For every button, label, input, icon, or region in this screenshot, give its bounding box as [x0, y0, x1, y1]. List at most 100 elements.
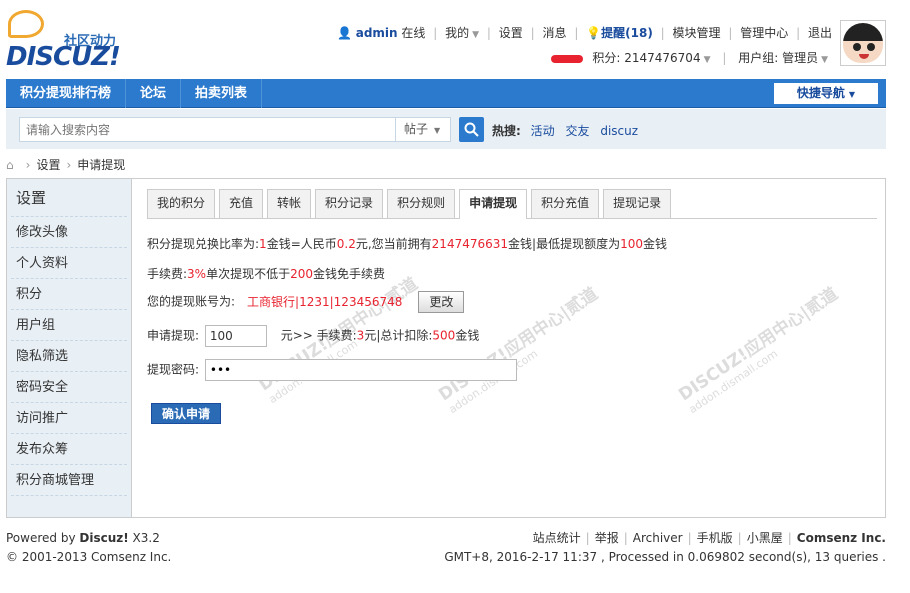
- powered-name-link[interactable]: Discuz!: [79, 531, 128, 545]
- logout-link[interactable]: 退出: [808, 26, 832, 40]
- quick-nav-label: 快捷导航: [796, 86, 845, 100]
- sidebar-item-usergroup[interactable]: 用户组: [11, 310, 127, 341]
- tab-points-charge[interactable]: 积分充值: [531, 189, 600, 218]
- content-area: 我的积分 充值 转帐 积分记录 积分规则 申请提现 积分充值 提现记录 积分提现…: [147, 189, 877, 424]
- divider: |: [687, 531, 692, 545]
- remind-link[interactable]: 提醒(18): [601, 26, 653, 40]
- divider: |: [728, 26, 733, 40]
- sidebar-item-promotion[interactable]: 访问推广: [11, 403, 127, 434]
- powered-version: X3.2: [128, 531, 160, 545]
- account-label: 您的提现账号为:: [147, 294, 236, 309]
- divider: |: [722, 51, 727, 65]
- sidebar-item-avatar[interactable]: 修改头像: [11, 217, 127, 248]
- change-account-button[interactable]: 更改: [418, 291, 465, 313]
- tab-bar: 我的积分 充值 转帐 积分记录 积分规则 申请提现 积分充值 提现记录: [147, 189, 877, 219]
- divider: |: [433, 26, 438, 40]
- breadcrumb-settings[interactable]: 设置: [36, 158, 60, 172]
- apply-text: 元|总计扣除:: [364, 328, 433, 343]
- user-stats-bar: 积分: 2147476704 ▼ | 用户组: 管理员 ▼: [550, 49, 828, 66]
- nav-item-auction[interactable]: 拍卖列表: [181, 79, 263, 108]
- sidebar-item-privacy[interactable]: 隐私筛选: [11, 341, 127, 372]
- footer-link-stats[interactable]: 站点统计: [533, 531, 581, 545]
- fee-text: 单次提现不低于: [206, 267, 291, 281]
- rate-info: 积分提现兑换比率为:1金钱=人民币0.2元,您当前拥有2147476631金钱|…: [147, 235, 667, 252]
- footer-link-archiver[interactable]: Archiver: [633, 531, 683, 545]
- nav-item-points-rank[interactable]: 积分提现排行榜: [6, 79, 127, 108]
- password-label: 提现密码:: [147, 362, 200, 377]
- footer-link-blackroom[interactable]: 小黑屋: [747, 531, 783, 545]
- powered-by: Powered by Discuz! X3.2: [6, 529, 171, 548]
- rate-text: 积分提现兑换比率为:: [147, 237, 260, 251]
- logo-bubble-icon: [8, 10, 44, 38]
- avatar[interactable]: [840, 20, 886, 66]
- chevron-down-icon: ▼: [848, 90, 856, 99]
- fee-text: 手续费:: [147, 267, 188, 281]
- chevron-right-icon: ›: [25, 158, 31, 172]
- quick-nav-button[interactable]: 快捷导航 ▼: [774, 83, 878, 104]
- sidebar-item-points-mall[interactable]: 积分商城管理: [11, 465, 127, 496]
- divider: |: [574, 26, 579, 40]
- my-menu[interactable]: 我的: [445, 26, 469, 40]
- site-logo[interactable]: 社区动力 DISCUZ!: [6, 10, 136, 72]
- tab-withdraw-log[interactable]: 提现记录: [603, 189, 672, 218]
- footer-right: 站点统计 | 举报 | Archiver | 手机版 | 小黑屋 | Comsenz Inc. GM…: [444, 529, 886, 567]
- chevron-down-icon: ▼: [472, 30, 480, 40]
- divider: |: [530, 26, 535, 40]
- divider: |: [585, 531, 590, 545]
- online-status[interactable]: 在线: [401, 26, 425, 40]
- usergroup-menu[interactable]: 用户组: 管理员: [738, 51, 818, 65]
- divider: |: [660, 26, 665, 40]
- hot-search: 热搜: 活动 交友 discuz: [492, 122, 645, 139]
- search-icon: [464, 122, 479, 137]
- apply-label: 申请提现:: [147, 328, 200, 343]
- apply-text: 元>> 手续费:: [280, 328, 357, 343]
- account-value: 工商银行|1231|123456748: [247, 294, 403, 309]
- admin-center-link[interactable]: 管理中心: [740, 26, 788, 40]
- main-panel: DISCUZ!应用中心|贰道addon.dismall.com DISCUZ!应…: [6, 178, 886, 518]
- footer-links: 站点统计 | 举报 | Archiver | 手机版 | 小黑屋 | Comsenz Inc.: [444, 529, 886, 548]
- messages-link[interactable]: 消息: [543, 26, 567, 40]
- withdraw-amount-input[interactable]: [204, 325, 267, 347]
- username-link[interactable]: admin: [356, 26, 398, 40]
- search-input[interactable]: [19, 117, 396, 142]
- sidebar-item-profile[interactable]: 个人资料: [11, 248, 127, 279]
- search-button[interactable]: [459, 117, 484, 142]
- rate-text: 金钱|最低提现额度为: [508, 237, 621, 251]
- tab-points-log[interactable]: 积分记录: [315, 189, 384, 218]
- tab-recharge[interactable]: 充值: [219, 189, 264, 218]
- user-bar: 👤 admin 在线 | 我的 ▼ | 设置 | 消息 | 💡提醒(18) | 模…: [337, 24, 832, 41]
- hot-item-activity[interactable]: 活动: [531, 124, 555, 138]
- breadcrumb-current: 申请提现: [77, 158, 126, 172]
- rate-coin-value: 1: [259, 237, 267, 251]
- rate-rmb-value: 0.2: [336, 237, 356, 251]
- hot-search-label: 热搜:: [492, 124, 521, 138]
- nav-item-forum[interactable]: 论坛: [126, 79, 182, 108]
- tab-withdraw-apply[interactable]: 申请提现: [459, 189, 528, 219]
- tab-transfer[interactable]: 转帐: [267, 189, 312, 218]
- account-row: 您的提现账号为: 工商银行|1231|123456748 更改: [147, 291, 465, 313]
- home-icon[interactable]: ⌂: [6, 158, 14, 172]
- tab-points-rules[interactable]: 积分规则: [387, 189, 456, 218]
- hot-item-dating[interactable]: 交友: [565, 124, 589, 138]
- sidebar-item-points[interactable]: 积分: [11, 279, 127, 310]
- tab-my-points[interactable]: 我的积分: [147, 189, 216, 218]
- sidebar-title: 设置: [11, 179, 127, 217]
- main-nav: 积分提现排行榜 论坛 拍卖列表 快捷导航 ▼: [6, 79, 886, 108]
- withdraw-password-input[interactable]: [204, 359, 517, 381]
- footer-link-company[interactable]: Comsenz Inc.: [797, 531, 886, 545]
- footer-link-report[interactable]: 举报: [595, 531, 619, 545]
- submit-button[interactable]: 确认申请: [151, 403, 222, 424]
- module-manage-link[interactable]: 模块管理: [673, 26, 721, 40]
- divider: |: [623, 531, 628, 545]
- fee-info: 手续费:3%单次提现不低于200金钱免手续费: [147, 265, 385, 282]
- sidebar-item-crowdfunding[interactable]: 发布众筹: [11, 434, 127, 465]
- points-menu[interactable]: 积分: 2147476704: [592, 51, 700, 65]
- search-type-select[interactable]: 帖子 ▼: [395, 117, 451, 142]
- hot-item-discuz[interactable]: discuz: [600, 124, 638, 138]
- divider: |: [796, 26, 801, 40]
- footer-link-mobile[interactable]: 手机版: [697, 531, 733, 545]
- search-bar: 帖子 ▼ 热搜: 活动 交友 discuz: [6, 109, 886, 149]
- settings-link[interactable]: 设置: [499, 26, 523, 40]
- sidebar-item-security[interactable]: 密码安全: [11, 372, 127, 403]
- bulb-icon: 💡: [586, 26, 602, 40]
